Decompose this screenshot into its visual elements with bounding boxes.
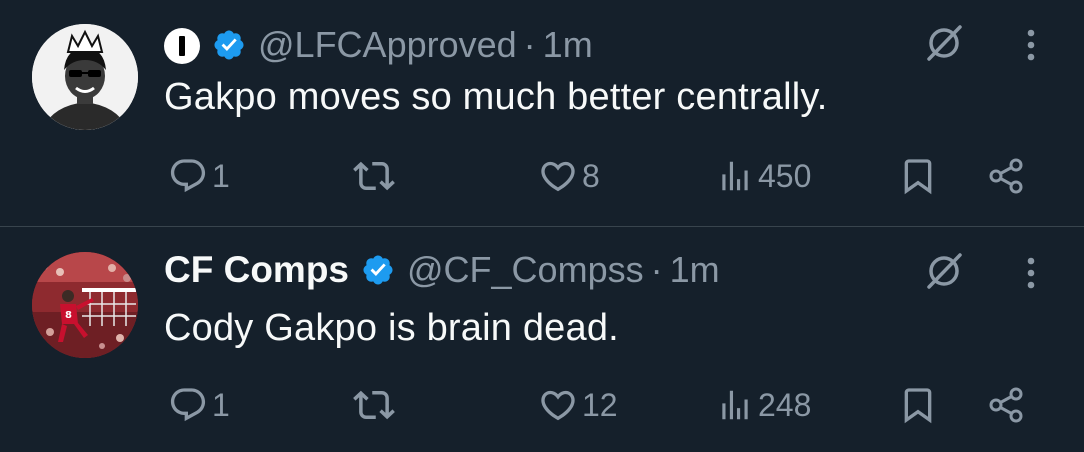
like-count: 12	[582, 386, 618, 423]
retweet-button[interactable]	[353, 383, 399, 427]
like-count: 8	[582, 157, 600, 194]
svg-text:8: 8	[65, 310, 72, 321]
separator: ·	[650, 249, 663, 290]
tweet-header: CF Comps @CF_Compss · 1m	[164, 248, 720, 292]
timestamp[interactable]: 1m	[543, 24, 593, 66]
verified-badge-icon[interactable]	[361, 253, 395, 287]
view-count: 248	[758, 386, 812, 423]
view-count: 450	[758, 157, 812, 194]
tweet[interactable]: 8 CF Comps @CF_Compss · 1m Cody Gakpo is…	[0, 227, 1084, 452]
user-handle[interactable]: @LFCApproved	[258, 24, 517, 66]
share-button[interactable]	[985, 383, 1027, 427]
like-button[interactable]: 8	[538, 154, 600, 198]
views-button[interactable]: 248	[716, 383, 811, 427]
tweet[interactable]: @LFCApproved · 1m Gakpo moves so much be…	[0, 0, 1084, 227]
reply-count: 1	[212, 386, 230, 423]
share-icon	[989, 158, 1023, 194]
bookmark-icon	[904, 159, 932, 195]
grok-icon[interactable]	[923, 250, 965, 292]
bookmark-button[interactable]	[898, 383, 938, 427]
heart-icon	[541, 390, 575, 421]
user-handle[interactable]: @CF_Compss	[407, 249, 644, 291]
reply-button[interactable]: 1	[168, 383, 230, 427]
reply-count: 1	[212, 157, 230, 194]
reply-icon	[170, 388, 206, 422]
reply-icon	[170, 159, 206, 193]
display-name[interactable]: CF Comps	[164, 249, 349, 291]
views-button[interactable]: 450	[716, 154, 811, 198]
account-logo-icon[interactable]	[164, 28, 200, 64]
separator: ·	[523, 24, 536, 65]
avatar[interactable]	[32, 24, 138, 130]
retweet-icon	[353, 390, 395, 420]
views-icon	[722, 161, 748, 191]
tweet-text: Gakpo moves so much better centrally.	[164, 76, 828, 118]
verified-badge-icon[interactable]	[212, 28, 246, 62]
more-icon[interactable]	[1020, 252, 1042, 294]
retweet-button[interactable]	[353, 154, 399, 198]
avatar[interactable]: 8	[32, 252, 138, 358]
heart-icon	[541, 161, 575, 192]
views-icon	[722, 390, 748, 420]
grok-icon[interactable]	[923, 22, 965, 64]
tweet-header: @LFCApproved · 1m	[164, 23, 593, 67]
like-button[interactable]: 12	[538, 383, 618, 427]
reply-button[interactable]: 1	[168, 154, 230, 198]
bookmark-icon	[904, 388, 932, 424]
timestamp[interactable]: 1m	[670, 249, 720, 291]
retweet-icon	[353, 161, 395, 191]
bookmark-button[interactable]	[898, 154, 938, 198]
share-icon	[989, 387, 1023, 423]
more-icon[interactable]	[1020, 24, 1042, 66]
tweet-text: Cody Gakpo is brain dead.	[164, 307, 619, 349]
share-button[interactable]	[985, 154, 1027, 198]
